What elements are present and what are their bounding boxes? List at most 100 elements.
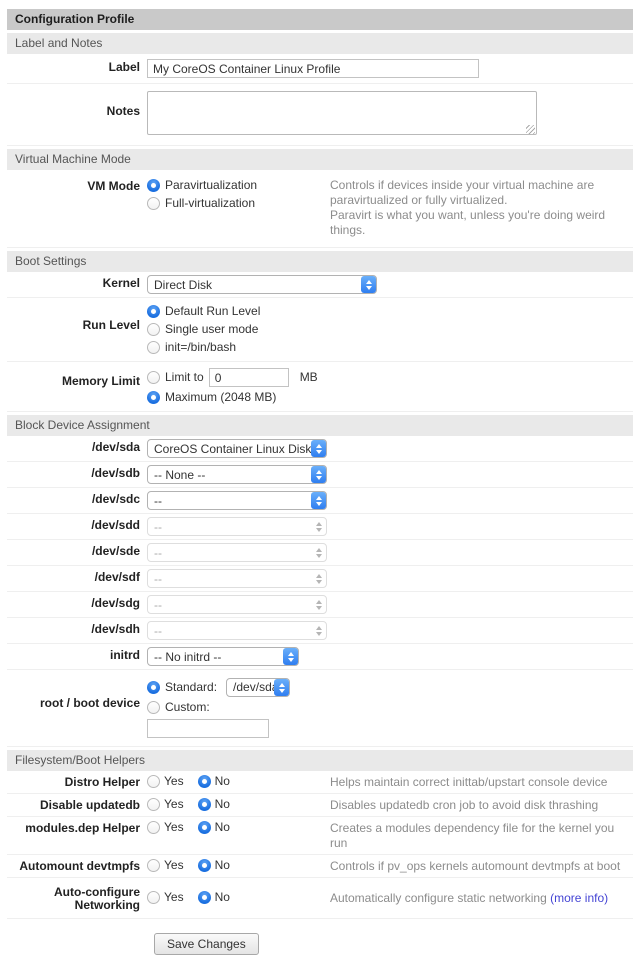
- root-boot-device-label: root / boot device: [7, 677, 147, 710]
- device-label: /dev/sda: [7, 439, 147, 454]
- initrd-select[interactable]: -- No initrd --: [147, 647, 299, 666]
- helper-label: modules.dep Helper: [7, 820, 147, 835]
- modules-dep-yes-radio[interactable]: [147, 821, 160, 834]
- auto-configure-networking-no-radio[interactable]: [198, 891, 211, 904]
- configuration-profile-form: Configuration Profile Label and Notes La…: [0, 0, 640, 955]
- memory-limit-to-radio[interactable]: [147, 371, 160, 384]
- no-label: No: [215, 858, 230, 872]
- dev-sdf-select[interactable]: --: [147, 569, 327, 588]
- label-input[interactable]: [147, 59, 479, 78]
- page-title: Configuration Profile: [7, 9, 633, 30]
- root-device-custom-label: Custom:: [165, 700, 210, 715]
- block-device-row: /dev/sdf --: [7, 566, 633, 592]
- modules-dep-no-radio[interactable]: [198, 821, 211, 834]
- label-field-label: Label: [7, 59, 147, 74]
- run-level-default-radio[interactable]: [147, 305, 160, 318]
- yes-label: Yes: [164, 820, 184, 834]
- select-stepper-icon: [311, 622, 326, 639]
- memory-limit-to-label: Limit to: [165, 370, 204, 385]
- run-level-row: Run Level Default Run Level Single user …: [7, 298, 633, 362]
- yes-label: Yes: [164, 858, 184, 872]
- dev-sde-select[interactable]: --: [147, 543, 327, 562]
- device-label: /dev/sdd: [7, 517, 147, 532]
- block-device-row: /dev/sdd --: [7, 514, 633, 540]
- block-device-row: /dev/sdh --: [7, 618, 633, 644]
- dev-sda-select[interactable]: CoreOS Container Linux Disk: [147, 439, 327, 458]
- block-device-row: /dev/sdg --: [7, 592, 633, 618]
- run-level-option-label: Default Run Level: [165, 304, 260, 319]
- vm-mode-help-text: Controls if devices inside your virtual …: [330, 177, 633, 238]
- root-device-standard-radio[interactable]: [147, 681, 160, 694]
- dev-sdb-select[interactable]: -- None --: [147, 465, 327, 484]
- select-stepper-icon: [311, 492, 326, 509]
- save-changes-button[interactable]: Save Changes: [154, 933, 259, 955]
- memory-maximum-radio[interactable]: [147, 391, 160, 404]
- initrd-label: initrd: [7, 647, 147, 662]
- run-level-option-label: Single user mode: [165, 322, 258, 337]
- device-label: /dev/sdc: [7, 491, 147, 506]
- no-label: No: [215, 797, 230, 811]
- section-virtual-machine-mode: Virtual Machine Mode: [7, 149, 633, 170]
- disable-updatedb-yes-radio[interactable]: [147, 798, 160, 811]
- select-stepper-icon: [311, 466, 326, 483]
- select-stepper-icon: [311, 544, 326, 561]
- kernel-label: Kernel: [7, 275, 147, 290]
- auto-configure-networking-yes-radio[interactable]: [147, 891, 160, 904]
- notes-field-label: Notes: [7, 91, 147, 118]
- more-info-link[interactable]: (more info): [550, 891, 608, 905]
- yes-label: Yes: [164, 774, 184, 788]
- root-device-standard-select[interactable]: /dev/sda: [226, 678, 290, 697]
- automount-devtmpfs-yes-radio[interactable]: [147, 859, 160, 872]
- select-stepper-icon: [311, 570, 326, 587]
- root-device-custom-input[interactable]: [147, 719, 269, 738]
- vm-mode-label: VM Mode: [7, 177, 147, 193]
- no-label: No: [215, 774, 230, 788]
- helper-help-text: Controls if pv_ops kernels automount dev…: [330, 858, 633, 874]
- memory-limit-label: Memory Limit: [7, 367, 147, 388]
- block-device-row: /dev/sda CoreOS Container Linux Disk: [7, 436, 633, 462]
- dev-sdg-select[interactable]: --: [147, 595, 327, 614]
- dev-sdh-select[interactable]: --: [147, 621, 327, 640]
- distro-helper-no-radio[interactable]: [198, 775, 211, 788]
- run-level-label: Run Level: [7, 303, 147, 332]
- kernel-select[interactable]: Direct Disk: [147, 275, 377, 294]
- vm-mode-full-virtualization-radio[interactable]: [147, 197, 160, 210]
- memory-limit-input[interactable]: [209, 368, 289, 387]
- helper-label: Automount devtmpfs: [7, 858, 147, 873]
- helper-label: Distro Helper: [7, 774, 147, 789]
- section-filesystem-boot-helpers: Filesystem/Boot Helpers: [7, 750, 633, 771]
- no-label: No: [215, 820, 230, 834]
- section-label-and-notes: Label and Notes: [7, 33, 633, 54]
- block-device-row: /dev/sdc --: [7, 488, 633, 514]
- run-level-single-user-radio[interactable]: [147, 323, 160, 336]
- distro-helper-yes-radio[interactable]: [147, 775, 160, 788]
- device-label: /dev/sdb: [7, 465, 147, 480]
- section-block-device-assignment: Block Device Assignment: [7, 415, 633, 436]
- root-device-standard-label: Standard:: [165, 680, 217, 695]
- block-device-row: /dev/sdb -- None --: [7, 462, 633, 488]
- root-boot-device-row: root / boot device Standard: /dev/sda Cu…: [7, 670, 633, 747]
- helper-row: modules.dep Helper Yes No Creates a modu…: [7, 817, 633, 855]
- helper-row: Automount devtmpfs Yes No Controls if pv…: [7, 855, 633, 878]
- vm-mode-option-label: Paravirtualization: [165, 178, 257, 193]
- vm-mode-option-label: Full-virtualization: [165, 196, 255, 211]
- run-level-init-bash-radio[interactable]: [147, 341, 160, 354]
- select-stepper-icon: [311, 596, 326, 613]
- select-stepper-icon: [283, 648, 298, 665]
- helper-row: Disable updatedb Yes No Disables updated…: [7, 794, 633, 817]
- disable-updatedb-no-radio[interactable]: [198, 798, 211, 811]
- helper-row: Distro Helper Yes No Helps maintain corr…: [7, 771, 633, 794]
- automount-devtmpfs-no-radio[interactable]: [198, 859, 211, 872]
- device-label: /dev/sde: [7, 543, 147, 558]
- device-label: /dev/sdf: [7, 569, 147, 584]
- memory-limit-row: Memory Limit Limit to MB Maximum (2048 M…: [7, 362, 633, 412]
- dev-sdc-select[interactable]: --: [147, 491, 327, 510]
- yes-label: Yes: [164, 797, 184, 811]
- vm-mode-paravirtualization-radio[interactable]: [147, 179, 160, 192]
- dev-sdd-select[interactable]: --: [147, 517, 327, 536]
- helper-help-text: Helps maintain correct inittab/upstart c…: [330, 774, 633, 790]
- notes-textarea[interactable]: [147, 91, 537, 135]
- helper-label: Auto-configure Networking: [7, 884, 147, 912]
- section-boot-settings: Boot Settings: [7, 251, 633, 272]
- root-device-custom-radio[interactable]: [147, 701, 160, 714]
